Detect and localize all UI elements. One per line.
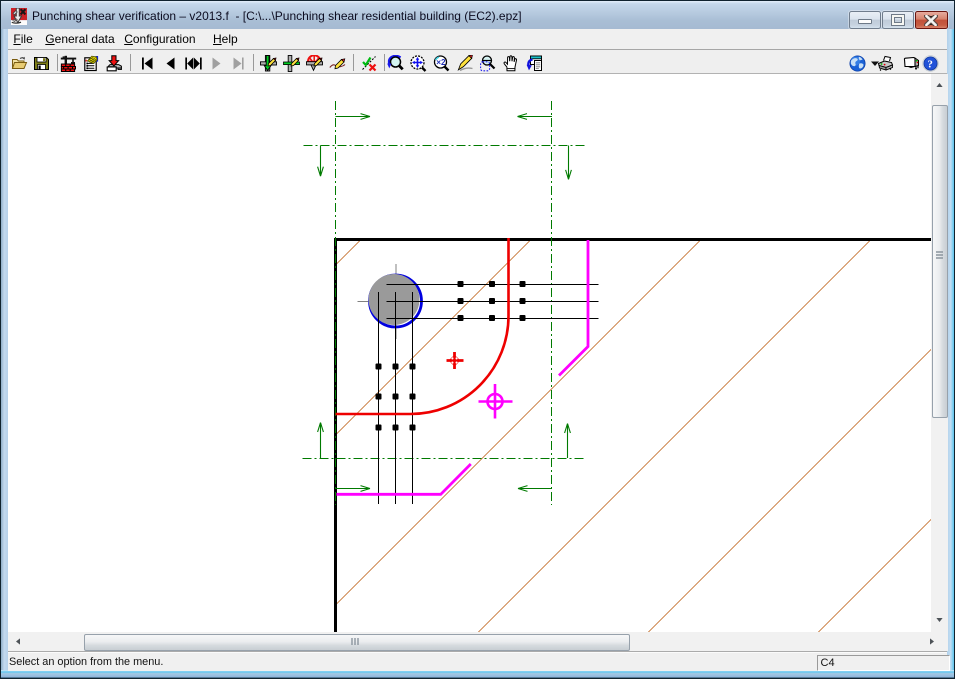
svg-text:?: ? [927,58,933,70]
svg-text:×2: ×2 [436,58,446,67]
